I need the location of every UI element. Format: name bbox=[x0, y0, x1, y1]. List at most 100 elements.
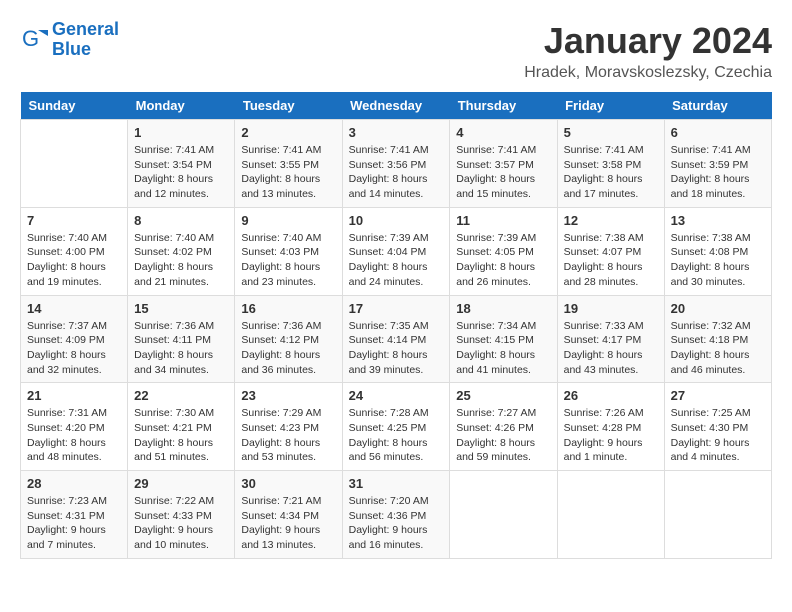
calendar-cell: 16 Sunrise: 7:36 AMSunset: 4:12 PMDayligh… bbox=[235, 295, 342, 383]
day-number: 7 bbox=[27, 213, 121, 228]
logo-icon: G bbox=[20, 26, 48, 54]
calendar-cell bbox=[557, 471, 664, 559]
calendar-cell: 31 Sunrise: 7:20 AMSunset: 4:36 PMDayligh… bbox=[342, 471, 450, 559]
day-number: 31 bbox=[349, 476, 444, 491]
calendar-cell: 19Sunrise: 7:33 AMSunset: 4:17 PMDayligh… bbox=[557, 295, 664, 383]
day-info: Sunrise: 7:41 AMSunset: 3:54 PMDaylight:… bbox=[134, 143, 228, 202]
calendar-cell: 18 Sunrise: 7:34 AMSunset: 4:15 PMDayligh… bbox=[450, 295, 557, 383]
calendar-cell: 27 Sunrise: 7:25 AMSunset: 4:30 PMDayligh… bbox=[664, 383, 771, 471]
logo-general: General bbox=[52, 19, 119, 39]
day-number: 4 bbox=[456, 125, 550, 140]
calendar-cell bbox=[664, 471, 771, 559]
day-number: 16 bbox=[241, 301, 335, 316]
day-info: Sunrise: 7:41 AMSunset: 3:56 PMDaylight:… bbox=[349, 143, 444, 202]
day-number: 1 bbox=[134, 125, 228, 140]
logo-blue: Blue bbox=[52, 39, 91, 59]
day-number: 20 bbox=[671, 301, 765, 316]
day-info: Sunrise: 7:41 AMSunset: 3:58 PMDaylight:… bbox=[564, 143, 658, 202]
calendar-cell: 1 Sunrise: 7:41 AMSunset: 3:54 PMDaylight… bbox=[128, 120, 235, 208]
day-number: 17 bbox=[349, 301, 444, 316]
calendar-cell: 25Sunrise: 7:27 AMSunset: 4:26 PMDayligh… bbox=[450, 383, 557, 471]
day-number: 11 bbox=[456, 213, 550, 228]
weekday-header-monday: Monday bbox=[128, 92, 235, 120]
day-number: 6 bbox=[671, 125, 765, 140]
calendar-cell: 2Sunrise: 7:41 AMSunset: 3:55 PMDaylight… bbox=[235, 120, 342, 208]
day-number: 18 bbox=[456, 301, 550, 316]
day-info: Sunrise: 7:38 AMSunset: 4:07 PMDaylight:… bbox=[564, 231, 658, 290]
week-row-2: 7 Sunrise: 7:40 AMSunset: 4:00 PMDaylight… bbox=[21, 207, 772, 295]
calendar-cell: 21 Sunrise: 7:31 AMSunset: 4:20 PMDayligh… bbox=[21, 383, 128, 471]
day-number: 10 bbox=[349, 213, 444, 228]
day-info: Sunrise: 7:37 AMSunset: 4:09 PMDaylight:… bbox=[27, 319, 121, 378]
day-number: 19 bbox=[564, 301, 658, 316]
day-info: Sunrise: 7:29 AMSunset: 4:23 PMDaylight:… bbox=[241, 406, 335, 465]
calendar-cell: 23 Sunrise: 7:29 AMSunset: 4:23 PMDayligh… bbox=[235, 383, 342, 471]
day-number: 5 bbox=[564, 125, 658, 140]
weekday-header-tuesday: Tuesday bbox=[235, 92, 342, 120]
day-info: Sunrise: 7:30 AMSunset: 4:21 PMDaylight:… bbox=[134, 406, 228, 465]
day-info: Sunrise: 7:28 AMSunset: 4:25 PMDaylight:… bbox=[349, 406, 444, 465]
day-info: Sunrise: 7:39 AMSunset: 4:05 PMDaylight:… bbox=[456, 231, 550, 290]
day-info: Sunrise: 7:36 AMSunset: 4:12 PMDaylight:… bbox=[241, 319, 335, 378]
weekday-header-thursday: Thursday bbox=[450, 92, 557, 120]
day-info: Sunrise: 7:41 AMSunset: 3:55 PMDaylight:… bbox=[241, 143, 335, 202]
logo-text: General Blue bbox=[52, 20, 119, 60]
day-info: Sunrise: 7:35 AMSunset: 4:14 PMDaylight:… bbox=[349, 319, 444, 378]
day-info: Sunrise: 7:27 AMSunset: 4:26 PMDaylight:… bbox=[456, 406, 550, 465]
weekday-header-saturday: Saturday bbox=[664, 92, 771, 120]
weekday-header-sunday: Sunday bbox=[21, 92, 128, 120]
calendar-cell: 30Sunrise: 7:21 AMSunset: 4:34 PMDayligh… bbox=[235, 471, 342, 559]
calendar-cell: 8 Sunrise: 7:40 AMSunset: 4:02 PMDaylight… bbox=[128, 207, 235, 295]
day-info: Sunrise: 7:21 AMSunset: 4:34 PMDaylight:… bbox=[241, 494, 335, 553]
logo: G General Blue bbox=[20, 20, 119, 60]
day-info: Sunrise: 7:41 AMSunset: 3:57 PMDaylight:… bbox=[456, 143, 550, 202]
day-number: 24 bbox=[349, 388, 444, 403]
day-number: 27 bbox=[671, 388, 765, 403]
day-info: Sunrise: 7:40 AMSunset: 4:00 PMDaylight:… bbox=[27, 231, 121, 290]
day-info: Sunrise: 7:38 AMSunset: 4:08 PMDaylight:… bbox=[671, 231, 765, 290]
calendar-cell: 26Sunrise: 7:26 AMSunset: 4:28 PMDayligh… bbox=[557, 383, 664, 471]
svg-text:G: G bbox=[22, 26, 39, 51]
calendar-cell bbox=[450, 471, 557, 559]
calendar-cell: 12Sunrise: 7:38 AMSunset: 4:07 PMDayligh… bbox=[557, 207, 664, 295]
calendar-cell: 28 Sunrise: 7:23 AMSunset: 4:31 PMDayligh… bbox=[21, 471, 128, 559]
day-info: Sunrise: 7:40 AMSunset: 4:02 PMDaylight:… bbox=[134, 231, 228, 290]
day-info: Sunrise: 7:39 AMSunset: 4:04 PMDaylight:… bbox=[349, 231, 444, 290]
title-section: January 2024 Hradek, Moravskoslezsky, Cz… bbox=[524, 20, 772, 82]
day-info: Sunrise: 7:23 AMSunset: 4:31 PMDaylight:… bbox=[27, 494, 121, 553]
day-number: 23 bbox=[241, 388, 335, 403]
day-number: 15 bbox=[134, 301, 228, 316]
day-info: Sunrise: 7:41 AMSunset: 3:59 PMDaylight:… bbox=[671, 143, 765, 202]
day-number: 3 bbox=[349, 125, 444, 140]
calendar-cell: 29 Sunrise: 7:22 AMSunset: 4:33 PMDayligh… bbox=[128, 471, 235, 559]
calendar-cell: 5 Sunrise: 7:41 AMSunset: 3:58 PMDaylight… bbox=[557, 120, 664, 208]
day-info: Sunrise: 7:20 AMSunset: 4:36 PMDaylight:… bbox=[349, 494, 444, 553]
calendar-cell: 15 Sunrise: 7:36 AMSunset: 4:11 PMDayligh… bbox=[128, 295, 235, 383]
calendar-cell: 20Sunrise: 7:32 AMSunset: 4:18 PMDayligh… bbox=[664, 295, 771, 383]
day-info: Sunrise: 7:40 AMSunset: 4:03 PMDaylight:… bbox=[241, 231, 335, 290]
week-row-3: 14 Sunrise: 7:37 AMSunset: 4:09 PMDayligh… bbox=[21, 295, 772, 383]
day-number: 8 bbox=[134, 213, 228, 228]
calendar-cell: 10 Sunrise: 7:39 AMSunset: 4:04 PMDayligh… bbox=[342, 207, 450, 295]
day-info: Sunrise: 7:25 AMSunset: 4:30 PMDaylight:… bbox=[671, 406, 765, 465]
calendar-cell: 7 Sunrise: 7:40 AMSunset: 4:00 PMDaylight… bbox=[21, 207, 128, 295]
day-number: 28 bbox=[27, 476, 121, 491]
calendar-header-row: SundayMondayTuesdayWednesdayThursdayFrid… bbox=[21, 92, 772, 120]
day-number: 29 bbox=[134, 476, 228, 491]
day-info: Sunrise: 7:31 AMSunset: 4:20 PMDaylight:… bbox=[27, 406, 121, 465]
weekday-header-wednesday: Wednesday bbox=[342, 92, 450, 120]
calendar-cell: 9Sunrise: 7:40 AMSunset: 4:03 PMDaylight… bbox=[235, 207, 342, 295]
calendar-cell: 17 Sunrise: 7:35 AMSunset: 4:14 PMDayligh… bbox=[342, 295, 450, 383]
calendar-cell: 13Sunrise: 7:38 AMSunset: 4:08 PMDayligh… bbox=[664, 207, 771, 295]
day-number: 14 bbox=[27, 301, 121, 316]
calendar-cell: 22Sunrise: 7:30 AMSunset: 4:21 PMDayligh… bbox=[128, 383, 235, 471]
day-info: Sunrise: 7:22 AMSunset: 4:33 PMDaylight:… bbox=[134, 494, 228, 553]
day-number: 26 bbox=[564, 388, 658, 403]
day-info: Sunrise: 7:36 AMSunset: 4:11 PMDaylight:… bbox=[134, 319, 228, 378]
week-row-5: 28 Sunrise: 7:23 AMSunset: 4:31 PMDayligh… bbox=[21, 471, 772, 559]
day-number: 21 bbox=[27, 388, 121, 403]
calendar-cell bbox=[21, 120, 128, 208]
week-row-1: 1 Sunrise: 7:41 AMSunset: 3:54 PMDaylight… bbox=[21, 120, 772, 208]
calendar-table: SundayMondayTuesdayWednesdayThursdayFrid… bbox=[20, 92, 772, 559]
day-info: Sunrise: 7:34 AMSunset: 4:15 PMDaylight:… bbox=[456, 319, 550, 378]
